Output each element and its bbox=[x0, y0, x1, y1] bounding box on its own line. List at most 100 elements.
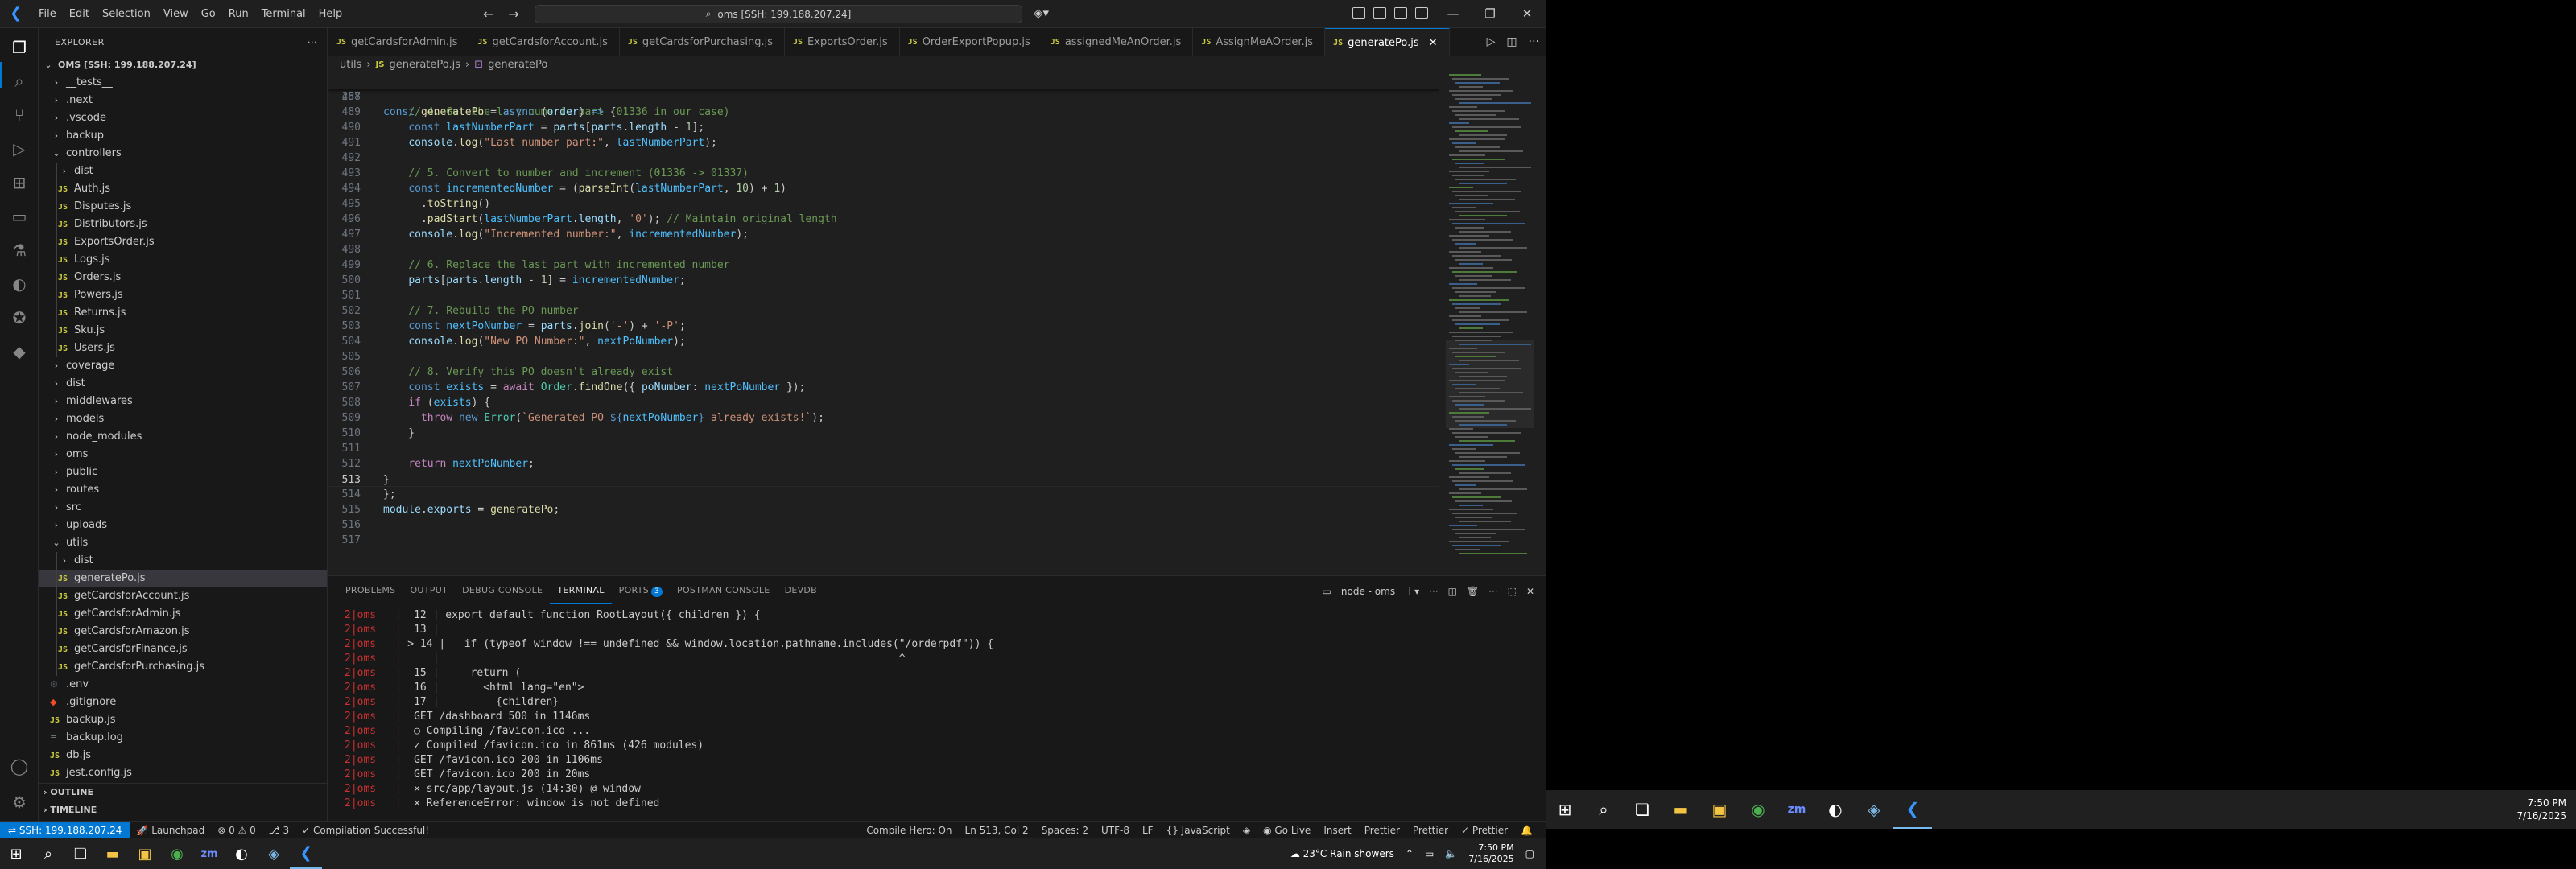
tree-file[interactable]: JS getCardsforAmazon.js bbox=[39, 623, 327, 640]
eol-status[interactable]: LF bbox=[1136, 822, 1160, 839]
tree-file[interactable]: JS db.js bbox=[39, 747, 327, 764]
tab-getcardsforpurchasing[interactable]: JS getCardsforPurchasing.js bbox=[620, 28, 785, 56]
tab-assignmeaorder[interactable]: JS AssignMeAOrder.js bbox=[1193, 28, 1326, 56]
remote-explorer-icon[interactable]: ▭ bbox=[10, 207, 29, 226]
more-actions-icon[interactable]: ··· bbox=[1429, 586, 1438, 597]
tree-file[interactable]: JS Auth.js bbox=[39, 180, 327, 198]
customize-layout-icon[interactable] bbox=[1352, 7, 1365, 19]
tree-file[interactable]: JS Disputes.js bbox=[39, 198, 327, 216]
close-window-button[interactable]: ✕ bbox=[1509, 0, 1546, 28]
panel-tab-postman-console[interactable]: POSTMAN CONSOLE bbox=[670, 576, 778, 604]
gitlens-icon[interactable]: ◐ bbox=[10, 274, 29, 294]
problems-status[interactable]: ⊗ 0 ⚠ 0 bbox=[211, 825, 262, 836]
breadcrumb-symbol[interactable]: generatePo bbox=[488, 56, 547, 74]
run-debug-icon[interactable]: ▷ bbox=[10, 139, 29, 159]
menu-edit[interactable]: Edit bbox=[63, 0, 96, 28]
close-tab-icon[interactable]: ✕ bbox=[1429, 29, 1438, 56]
tree-folder[interactable]: › public bbox=[39, 463, 327, 481]
chrome-icon[interactable]: ◉ bbox=[161, 838, 193, 869]
tray-chevron-icon[interactable]: ⌃ bbox=[1406, 848, 1414, 859]
tree-folder[interactable]: › .next bbox=[39, 92, 327, 109]
prettier-status-3[interactable]: ✓ Prettier bbox=[1455, 822, 1514, 839]
tree-folder[interactable]: › models bbox=[39, 410, 327, 428]
tree-folder[interactable]: › dist bbox=[39, 163, 327, 180]
taskbar-clock[interactable]: 7:50 PM 7/16/2025 bbox=[2516, 797, 2566, 822]
app-icon[interactable]: ◐ bbox=[225, 838, 258, 869]
taskbar-search-icon[interactable]: ⌕ bbox=[32, 838, 64, 869]
minimize-button[interactable]: — bbox=[1435, 0, 1472, 28]
copilot-icon[interactable]: ◈▾ bbox=[1034, 6, 1049, 20]
tree-file[interactable]: JS Sku.js bbox=[39, 322, 327, 340]
tree-file[interactable]: JS getCardsforAccount.js bbox=[39, 587, 327, 605]
tree-folder[interactable]: ⌄ utils bbox=[39, 534, 327, 552]
tab-generatepo[interactable]: JS generatePo.js ✕ bbox=[1325, 28, 1450, 56]
compile-hero-status[interactable]: Compile Hero: On bbox=[860, 822, 958, 839]
minimap[interactable] bbox=[1446, 74, 1534, 573]
account-icon[interactable]: ◯ bbox=[10, 756, 29, 776]
menu-run[interactable]: Run bbox=[222, 0, 255, 28]
cursor-position[interactable]: Ln 513, Col 2 bbox=[959, 822, 1035, 839]
vscode-taskbar-icon[interactable]: ❮ bbox=[290, 838, 322, 869]
forward-arrow-icon[interactable]: → bbox=[508, 6, 518, 22]
breadcrumb-folder[interactable]: utils bbox=[340, 56, 361, 74]
back-arrow-icon[interactable]: ← bbox=[483, 6, 493, 22]
terminal-name[interactable]: node - oms bbox=[1341, 586, 1395, 597]
sticky-scroll-line[interactable]: 257 const generatePo = async (order) => … bbox=[328, 74, 1439, 118]
command-center-search[interactable]: ⌕ oms [SSH: 199.188.207.24] bbox=[535, 5, 1022, 23]
testing-icon[interactable]: ⚗ bbox=[10, 241, 29, 260]
split-editor-icon[interactable]: ◫ bbox=[1506, 35, 1517, 48]
search-icon[interactable]: ⌕ bbox=[10, 72, 29, 91]
split-terminal-icon[interactable]: ◫ bbox=[1448, 586, 1457, 597]
zoho-icon[interactable]: zm bbox=[1777, 790, 1816, 829]
python-icon[interactable]: ◆ bbox=[10, 342, 29, 361]
volume-icon[interactable]: 🔈 bbox=[1445, 848, 1457, 859]
tree-file[interactable]: JS jest.config.js bbox=[39, 764, 327, 782]
encoding-status[interactable]: UTF-8 bbox=[1095, 822, 1136, 839]
more-actions-icon[interactable]: ··· bbox=[308, 37, 317, 47]
close-panel-icon[interactable]: ✕ bbox=[1526, 586, 1534, 597]
postman-icon[interactable]: ✪ bbox=[10, 308, 29, 327]
taskbar-search-icon[interactable]: ⌕ bbox=[1584, 790, 1623, 829]
tree-file[interactable]: ≡ backup.log bbox=[39, 729, 327, 747]
toggle-secondary-sidebar-icon[interactable] bbox=[1415, 7, 1428, 19]
ports-status[interactable]: ⎇ 3 bbox=[262, 825, 295, 836]
taskbar-clock[interactable]: 7:50 PM 7/16/2025 bbox=[1468, 842, 1513, 865]
task-view-icon[interactable]: ❏ bbox=[1623, 790, 1662, 829]
copilot-status-icon[interactable]: ◈ bbox=[1236, 822, 1257, 839]
kill-terminal-icon[interactable]: 🗑 bbox=[1467, 586, 1479, 597]
tree-folder[interactable]: ⌄ OMS [SSH: 199.188.207.24] bbox=[39, 56, 327, 74]
terminal-output[interactable]: 2|oms | 12 | export default function Roo… bbox=[345, 608, 1528, 811]
store-icon[interactable]: ▣ bbox=[129, 838, 161, 869]
task-view-icon[interactable]: ❏ bbox=[64, 838, 97, 869]
edge-icon[interactable]: ◈ bbox=[1855, 790, 1893, 829]
file-explorer-icon[interactable]: ▬ bbox=[97, 838, 129, 869]
tree-folder[interactable]: ⌄ controllers bbox=[39, 145, 327, 163]
extensions-icon[interactable]: ⊞ bbox=[10, 173, 29, 192]
toggle-primary-sidebar-icon[interactable] bbox=[1373, 7, 1386, 19]
tree-file[interactable]: JS ExportsOrder.js bbox=[39, 233, 327, 251]
tree-folder[interactable]: › coverage bbox=[39, 357, 327, 375]
restore-button[interactable]: ❐ bbox=[1472, 0, 1509, 28]
tab-getcardsforadmin[interactable]: JS getCardsforAdmin.js bbox=[328, 28, 470, 56]
panel-tab-debug-console[interactable]: DEBUG CONSOLE bbox=[455, 576, 550, 604]
panel-tab-terminal[interactable]: TERMINAL bbox=[550, 576, 612, 604]
panel-tab-ports[interactable]: PORTS 3 bbox=[612, 576, 670, 604]
tree-folder[interactable]: › uploads bbox=[39, 517, 327, 534]
remote-indicator[interactable]: ⇌ SSH: 199.188.207.24 bbox=[0, 821, 130, 839]
go-live-button[interactable]: ◉ Go Live bbox=[1257, 822, 1317, 839]
tab-getcardsforaccount[interactable]: JS getCardsforAccount.js bbox=[469, 28, 620, 56]
menu-terminal[interactable]: Terminal bbox=[255, 0, 312, 28]
toggle-panel-icon[interactable] bbox=[1394, 7, 1407, 19]
prettier-status-2[interactable]: Prettier bbox=[1406, 822, 1455, 839]
tree-folder[interactable]: › oms bbox=[39, 446, 327, 463]
insert-mode-status[interactable]: Insert bbox=[1317, 822, 1357, 839]
maximize-panel-icon[interactable]: ⬚ bbox=[1508, 586, 1517, 597]
tree-file[interactable]: JS Logs.js bbox=[39, 251, 327, 269]
more-actions-icon[interactable]: ··· bbox=[1488, 586, 1497, 597]
notifications-bell-icon[interactable]: 🔔 bbox=[1514, 822, 1539, 839]
store-icon[interactable]: ▣ bbox=[1700, 790, 1739, 829]
tree-file[interactable]: ⚙ .env bbox=[39, 676, 327, 694]
app-icon[interactable]: ◐ bbox=[1816, 790, 1855, 829]
tree-file[interactable]: JS Users.js bbox=[39, 340, 327, 357]
vscode-taskbar-icon[interactable]: ❮ bbox=[1893, 790, 1932, 829]
